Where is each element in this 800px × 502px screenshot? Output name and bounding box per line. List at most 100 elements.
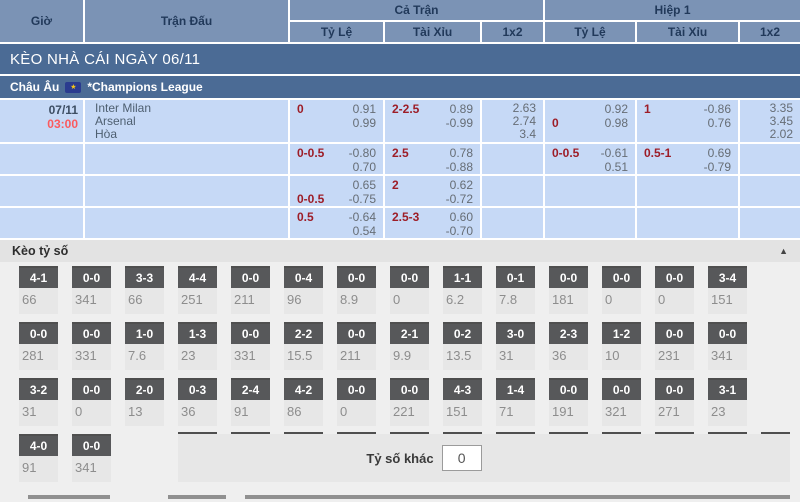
subcol-half-1x2: 1x2 [740, 22, 800, 42]
score-odds-value: 231 [655, 344, 694, 363]
full-over-under-cell[interactable]: 20.62-0.72 [385, 176, 480, 206]
score-odds-cell[interactable]: 2-013 [125, 378, 164, 426]
full-over-under-cell[interactable]: 2.50.78-0.88 [385, 144, 480, 174]
odds-line: 20.62 [385, 178, 480, 192]
handicap-label: 2.5-3 [392, 210, 419, 224]
score-label: 0-0 [231, 324, 270, 344]
score-odds-cell[interactable]: 0-00 [655, 266, 694, 314]
score-odds-cell[interactable]: 0-0191 [549, 378, 588, 426]
score-odds-cell[interactable]: 3-231 [19, 378, 58, 426]
half-1x2-cell[interactable] [740, 144, 800, 174]
score-odds-cell[interactable]: 4-166 [19, 266, 58, 314]
half-handicap-cell[interactable] [545, 208, 635, 238]
league-name: *Champions League [87, 80, 202, 94]
odds-value: 0.92 [605, 102, 628, 116]
score-label: 0-0 [602, 380, 641, 400]
score-label: 0-0 [655, 380, 694, 400]
score-odds-cell[interactable]: 1-471 [496, 378, 535, 426]
score-odds-cell[interactable]: 0-0341 [72, 266, 111, 314]
correct-score-section-header[interactable]: Kèo tỷ số ▲ [0, 240, 800, 262]
score-odds-cell[interactable]: 0-0331 [231, 322, 270, 370]
score-odds-cell[interactable]: 4-3151 [443, 378, 482, 426]
score-odds-cell[interactable]: 0-00 [390, 266, 429, 314]
score-odds-cell[interactable]: 1-07.6 [125, 322, 164, 370]
full-handicap-cell[interactable]: 0.650-0.5-0.75 [290, 176, 383, 206]
score-odds-cell[interactable]: 0-213.5 [443, 322, 482, 370]
score-odds-cell[interactable]: 0-0321 [602, 378, 641, 426]
score-label: 1-4 [496, 380, 535, 400]
score-odds-cell[interactable]: 4-286 [284, 378, 323, 426]
score-odds-cell[interactable]: 0-0231 [655, 322, 694, 370]
score-odds-cell[interactable]: 0-0271 [655, 378, 694, 426]
half-1x2-cell[interactable] [740, 176, 800, 206]
score-odds-cell[interactable]: 2-491 [231, 378, 270, 426]
score-label: 2-2 [284, 324, 323, 344]
full-over-under-cell[interactable]: 2-2.50.89-0.99 [385, 100, 480, 142]
half-1x2-cell[interactable]: 3.353.452.02 [740, 100, 800, 142]
score-odds-cell[interactable]: 0-336 [178, 378, 217, 426]
score-label: 3-2 [19, 380, 58, 400]
half-over-under-cell[interactable]: 0.5-10.69-0.79 [637, 144, 738, 174]
collapse-arrow-icon[interactable]: ▲ [779, 246, 788, 256]
score-odds-cell[interactable]: 0-00 [337, 378, 376, 426]
score-odds-cell[interactable]: 0-08.9 [337, 266, 376, 314]
score-odds-cell[interactable]: 3-031 [496, 322, 535, 370]
score-odds-cell[interactable]: 0-0211 [337, 322, 376, 370]
match-time-cell: 07/1103:00 [0, 100, 83, 142]
full-handicap-cell[interactable]: 0-0.5-0.800.70 [290, 144, 383, 174]
half-handicap-cell[interactable]: 0.9200.98 [545, 100, 635, 142]
score-odds-cell[interactable]: 0-0181 [549, 266, 588, 314]
full-handicap-cell[interactable]: 00.910.99 [290, 100, 383, 142]
score-odds-cell[interactable]: 0-0221 [390, 378, 429, 426]
score-odds-value: 331 [231, 344, 270, 363]
score-odds-value: 66 [19, 288, 58, 307]
score-odds-value: 7.6 [125, 344, 164, 363]
score-odds-cell[interactable]: 0-0211 [231, 266, 270, 314]
score-odds-value: 0 [655, 288, 694, 307]
full-handicap-cell[interactable]: 0.5-0.640.54 [290, 208, 383, 238]
other-score-input[interactable] [442, 445, 482, 471]
score-odds-cell[interactable]: 4-091 [19, 434, 58, 482]
col-header-first-half: Hiệp 1 [545, 0, 800, 20]
score-odds-cell[interactable]: 0-0331 [72, 322, 111, 370]
score-odds-cell[interactable]: 0-00 [72, 378, 111, 426]
score-odds-cell[interactable]: 1-16.2 [443, 266, 482, 314]
half-over-under-cell[interactable] [637, 208, 738, 238]
score-odds-cell[interactable]: 2-215.5 [284, 322, 323, 370]
half-over-under-cell[interactable]: 1-0.860.76 [637, 100, 738, 142]
half-over-under-cell[interactable] [637, 176, 738, 206]
score-odds-cell[interactable]: 1-323 [178, 322, 217, 370]
score-row: 3-231 0-00 2-013 0-336 2-491 4-286 0-00 0-0221 4… [19, 378, 800, 426]
half-handicap-cell[interactable]: 0-0.5-0.610.51 [545, 144, 635, 174]
score-odds-value: 31 [19, 400, 58, 419]
full-1x2-cell[interactable] [482, 176, 543, 206]
score-odds-cell[interactable]: 3-366 [125, 266, 164, 314]
subcol-half-handicap: Tỷ Lệ [545, 22, 635, 42]
score-odds-cell[interactable]: 3-4151 [708, 266, 747, 314]
score-odds-cell[interactable]: 0-0341 [72, 434, 111, 482]
score-odds-cell[interactable]: 0-0281 [19, 322, 58, 370]
score-label: 0-0 [655, 324, 694, 344]
half-handicap-cell[interactable] [545, 176, 635, 206]
score-odds-cell[interactable]: 0-0341 [708, 322, 747, 370]
full-1x2-cell[interactable]: 2.632.743.4 [482, 100, 543, 142]
full-1x2-cell[interactable] [482, 208, 543, 238]
half-1x2-cell[interactable] [740, 208, 800, 238]
score-odds-cell[interactable]: 1-210 [602, 322, 641, 370]
score-odds-cell[interactable]: 4-4251 [178, 266, 217, 314]
score-odds-value: 36 [549, 344, 588, 363]
score-odds-cell[interactable]: 0-17.8 [496, 266, 535, 314]
score-odds-cell[interactable]: 0-496 [284, 266, 323, 314]
match-kickoff-time: 03:00 [0, 117, 78, 131]
score-odds-value: 151 [708, 288, 747, 307]
score-odds-cell[interactable]: 2-19.9 [390, 322, 429, 370]
handicap-label: 0 [297, 102, 304, 116]
full-1x2-cell[interactable] [482, 144, 543, 174]
score-label: 3-3 [125, 268, 164, 288]
full-over-under-cell[interactable]: 2.5-30.60-0.70 [385, 208, 480, 238]
score-odds-cell[interactable]: 3-123 [708, 378, 747, 426]
score-odds-value: 36 [178, 400, 217, 419]
score-odds-cell[interactable]: 2-336 [549, 322, 588, 370]
score-odds-cell[interactable]: 0-00 [602, 266, 641, 314]
col-header-full-match: Cả Trận [290, 0, 543, 20]
